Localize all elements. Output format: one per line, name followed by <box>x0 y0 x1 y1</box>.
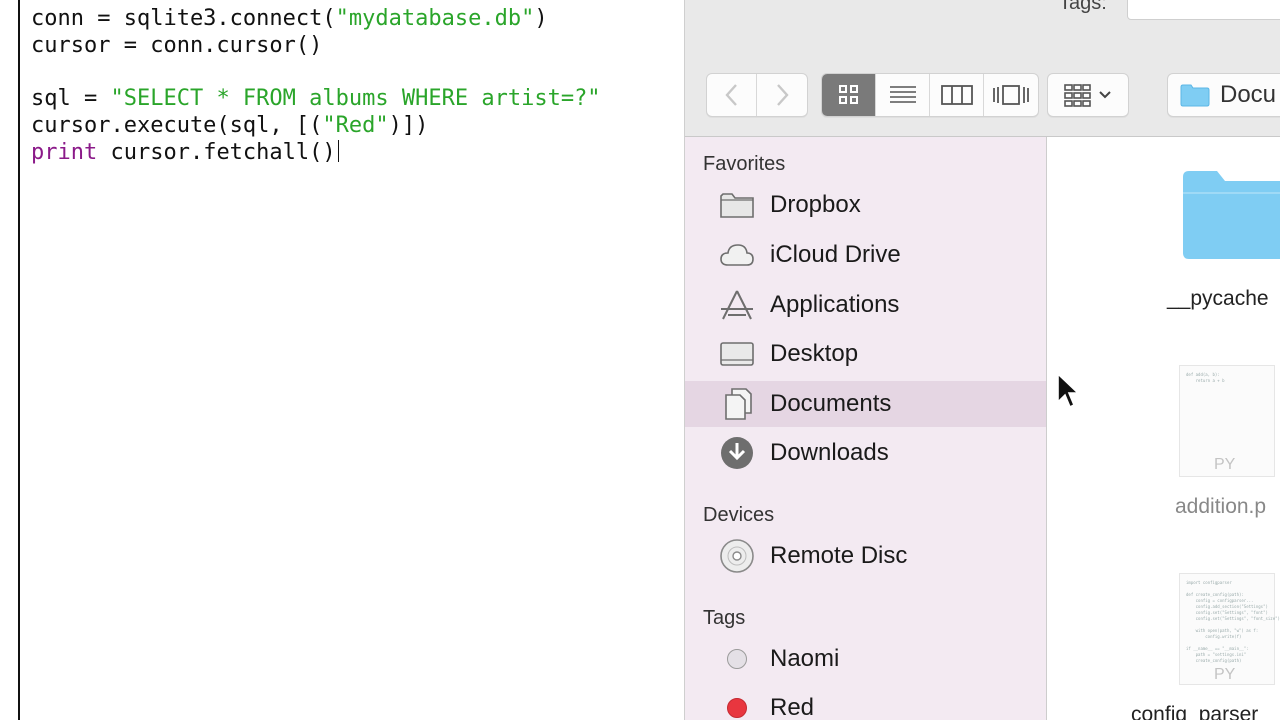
folder-icon <box>1180 84 1210 107</box>
finder-toolbar: Tags: Docu <box>685 0 1280 137</box>
sidebar-tag-naomi[interactable]: Naomi <box>685 636 1046 682</box>
mouse-pointer-icon <box>1057 372 1080 409</box>
finder-window: Tags: Docu Favorites Dropbox iCloud Driv… <box>684 0 1280 720</box>
column-view-button[interactable] <box>930 74 984 116</box>
code-line-5: cursor.execute(sql, [("Red")]) <box>31 112 429 138</box>
tags-section-title: Tags <box>703 607 746 629</box>
editor-gutter <box>0 0 20 720</box>
tag-color-dot <box>727 649 747 669</box>
finder-sidebar: Favorites Dropbox iCloud Drive Applicati… <box>685 137 1047 720</box>
code-text[interactable]: conn = sqlite3.connect("mydatabase.db") … <box>31 6 601 166</box>
sidebar-item-documents[interactable]: Documents <box>685 381 1046 427</box>
code-editor[interactable]: conn = sqlite3.connect("mydatabase.db") … <box>0 0 684 720</box>
back-button[interactable] <box>707 74 757 116</box>
sidebar-item-dropbox[interactable]: Dropbox <box>685 182 1046 228</box>
sidebar-item-icloud-drive[interactable]: iCloud Drive <box>685 232 1046 278</box>
navigation-buttons <box>706 73 808 117</box>
file-browser-content: __pycache def add(a, b): return a + b PY… <box>1047 137 1280 720</box>
coverflow-view-button[interactable] <box>984 74 1038 116</box>
sidebar-item-label: Desktop <box>770 340 859 367</box>
coverflow-view-icon <box>993 85 1029 105</box>
sidebar-tag-red[interactable]: Red <box>685 685 1046 720</box>
tags-field[interactable] <box>1127 0 1280 20</box>
arrange-dropdown[interactable] <box>1047 73 1129 117</box>
text-caret <box>337 139 339 162</box>
code-line-1: conn = sqlite3.connect("mydatabase.db") <box>31 6 548 31</box>
desktop-icon <box>718 335 756 373</box>
sidebar-item-desktop[interactable]: Desktop <box>685 331 1046 377</box>
path-label: Docu <box>1220 81 1277 108</box>
list-view-button[interactable] <box>876 74 930 116</box>
tag-color-dot <box>727 698 747 718</box>
downloads-icon <box>718 434 756 472</box>
favorites-section-title: Favorites <box>703 153 786 175</box>
sidebar-item-label: Red <box>770 694 815 720</box>
applications-icon <box>718 286 756 324</box>
sidebar-item-label: iCloud Drive <box>770 241 901 268</box>
file-name: addition.p <box>1175 495 1267 518</box>
chevron-down-icon <box>1099 91 1111 99</box>
cloud-icon <box>718 236 756 274</box>
file-type-badge: PY <box>1214 666 1236 683</box>
sidebar-item-label: Documents <box>770 390 892 417</box>
file-name: config_parser <box>1131 703 1259 720</box>
sidebar-item-label: Applications <box>770 291 900 318</box>
arrange-button[interactable] <box>1048 74 1128 116</box>
sidebar-item-label: Dropbox <box>770 191 861 218</box>
file-type-badge: PY <box>1214 456 1236 473</box>
back-chevron-icon <box>724 84 737 106</box>
forward-chevron-icon <box>777 84 789 106</box>
icon-view-icon <box>838 85 858 104</box>
arrange-grid-icon <box>1064 84 1091 107</box>
list-view-icon <box>889 86 916 103</box>
code-line-4: sql = "SELECT * FROM albums WHERE artist… <box>31 86 601 112</box>
python-file-icon: def add(a, b): return a + b PY <box>1179 365 1275 477</box>
sidebar-item-label: Remote Disc <box>770 542 908 569</box>
file-name: __pycache <box>1167 287 1269 310</box>
sidebar-item-label: Downloads <box>770 439 889 466</box>
devices-section-title: Devices <box>703 504 775 526</box>
path-button[interactable]: Docu <box>1168 74 1280 116</box>
documents-icon <box>718 385 756 423</box>
folder-icon <box>718 186 756 224</box>
disc-icon <box>718 537 756 575</box>
column-view-icon <box>940 85 973 105</box>
code-line-6: print cursor.fetchall() <box>31 139 339 165</box>
path-dropdown[interactable]: Docu <box>1167 73 1280 117</box>
python-file-icon: import configparser def create_config(pa… <box>1179 573 1280 685</box>
view-mode-buttons <box>821 73 1039 117</box>
sidebar-item-downloads[interactable]: Downloads <box>685 430 1046 476</box>
folder-icon <box>1183 171 1280 259</box>
sidebar-item-remote-disc[interactable]: Remote Disc <box>685 533 1046 579</box>
forward-button[interactable] <box>757 74 807 116</box>
icon-view-button[interactable] <box>822 74 876 116</box>
sidebar-item-label: Naomi <box>770 645 840 672</box>
tags-label: Tags: <box>1059 0 1107 14</box>
sidebar-item-applications[interactable]: Applications <box>685 282 1046 328</box>
code-line-2: cursor = conn.cursor() <box>31 32 323 58</box>
